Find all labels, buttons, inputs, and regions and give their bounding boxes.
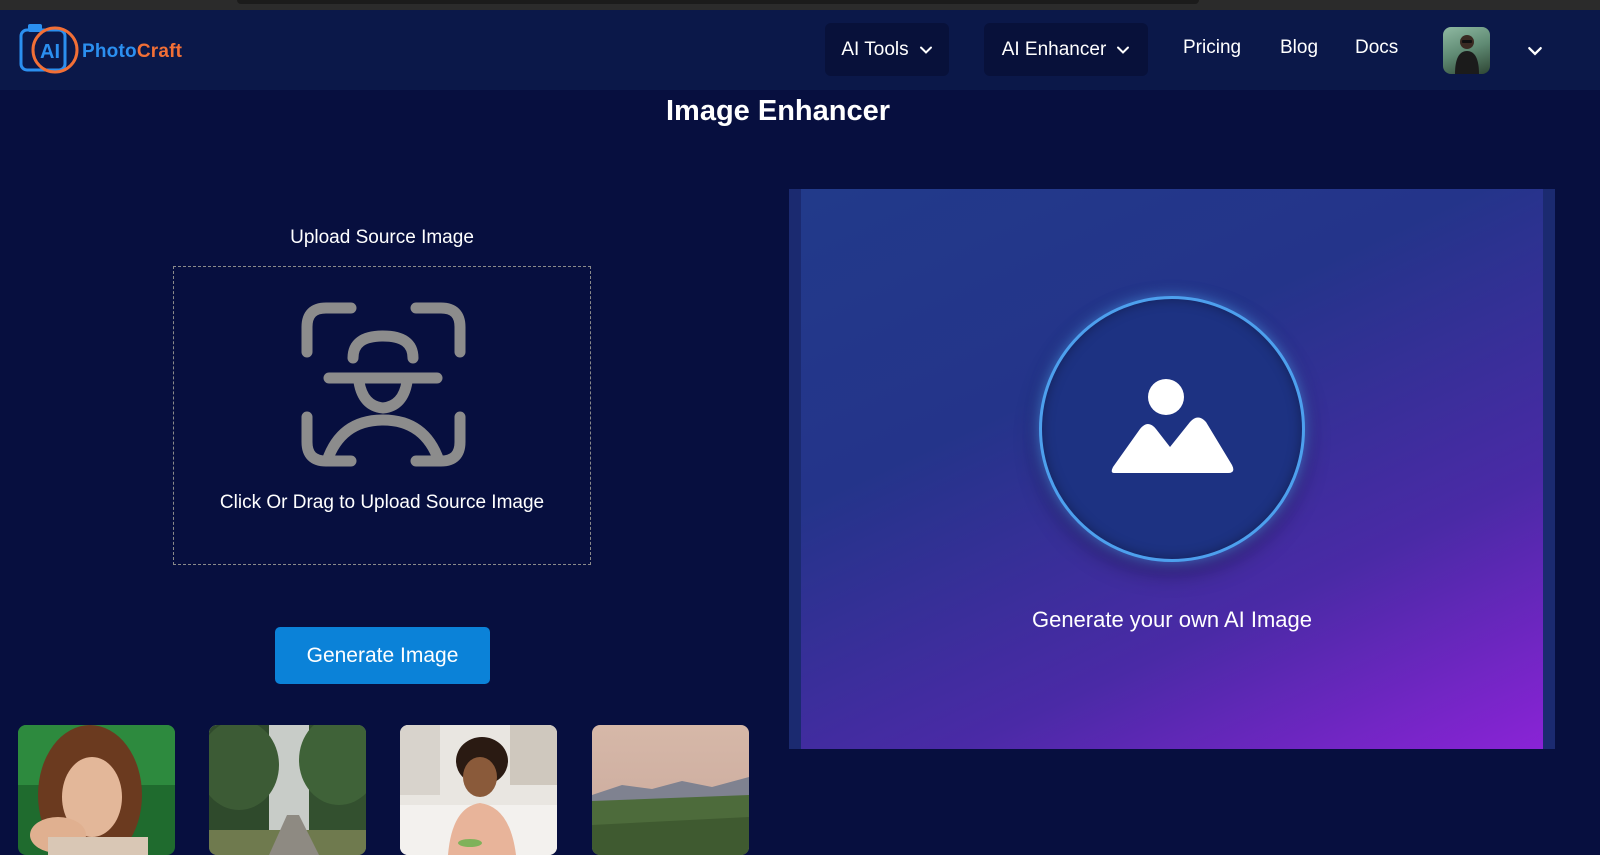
forest-road-image [209, 725, 366, 855]
nav-ai-tools-dropdown[interactable]: AI Tools [825, 23, 949, 76]
chevron-down-icon [1117, 46, 1130, 54]
upload-label: Upload Source Image [290, 227, 474, 248]
preview-canvas: Generate your own AI Image [801, 189, 1543, 749]
logo-ai-text: AI [40, 41, 60, 63]
woman-kitchen-image [400, 725, 557, 855]
navbar: AI PhotoCraft AI Tools AI Enhancer Prici… [0, 10, 1600, 90]
preview-caption: Generate your own AI Image [1031, 607, 1313, 632]
chevron-down-icon [919, 46, 932, 54]
nav-blog-link[interactable]: Blog [1280, 37, 1318, 59]
preview-panel: Generate your own AI Image [789, 189, 1555, 749]
browser-address-bar [237, 0, 1199, 4]
logo-wordmark: PhotoCraft [82, 41, 182, 63]
face-scan-icon [301, 302, 466, 467]
chevron-down-icon[interactable] [1527, 43, 1543, 59]
camera-logo-icon: AI [19, 24, 79, 74]
image-icon [1111, 379, 1234, 473]
user-avatar[interactable] [1443, 27, 1490, 74]
upload-hint: Click Or Drag to Upload Source Image [219, 492, 545, 513]
nav-pricing-link[interactable]: Pricing [1183, 37, 1241, 59]
nav-ai-tools-label: AI Tools [841, 38, 909, 60]
nav-ai-enhancer-dropdown[interactable]: AI Enhancer [984, 23, 1148, 76]
preview-placeholder-circle [1039, 296, 1305, 562]
sample-thumb-mountain-landscape[interactable] [592, 725, 749, 855]
sample-thumb-woman-kitchen[interactable] [400, 725, 557, 855]
mountain-landscape-image [592, 725, 749, 855]
logo-word-photo: Photo [82, 41, 137, 62]
page-title: Image Enhancer [665, 95, 891, 127]
sample-thumb-forest-road[interactable] [209, 725, 366, 855]
upload-dropzone[interactable]: Click Or Drag to Upload Source Image [173, 266, 591, 565]
generate-image-button[interactable]: Generate Image [275, 627, 490, 684]
sample-thumb-woman-portrait[interactable] [18, 725, 175, 855]
nav-docs-link[interactable]: Docs [1355, 37, 1398, 59]
avatar-person-icon [1455, 35, 1479, 74]
nav-ai-enhancer-label: AI Enhancer [1001, 38, 1107, 60]
logo[interactable]: AI PhotoCraft [18, 18, 208, 78]
woman-portrait-image [18, 725, 175, 855]
browser-top-strip [0, 0, 1600, 10]
logo-word-craft: Craft [136, 41, 183, 62]
